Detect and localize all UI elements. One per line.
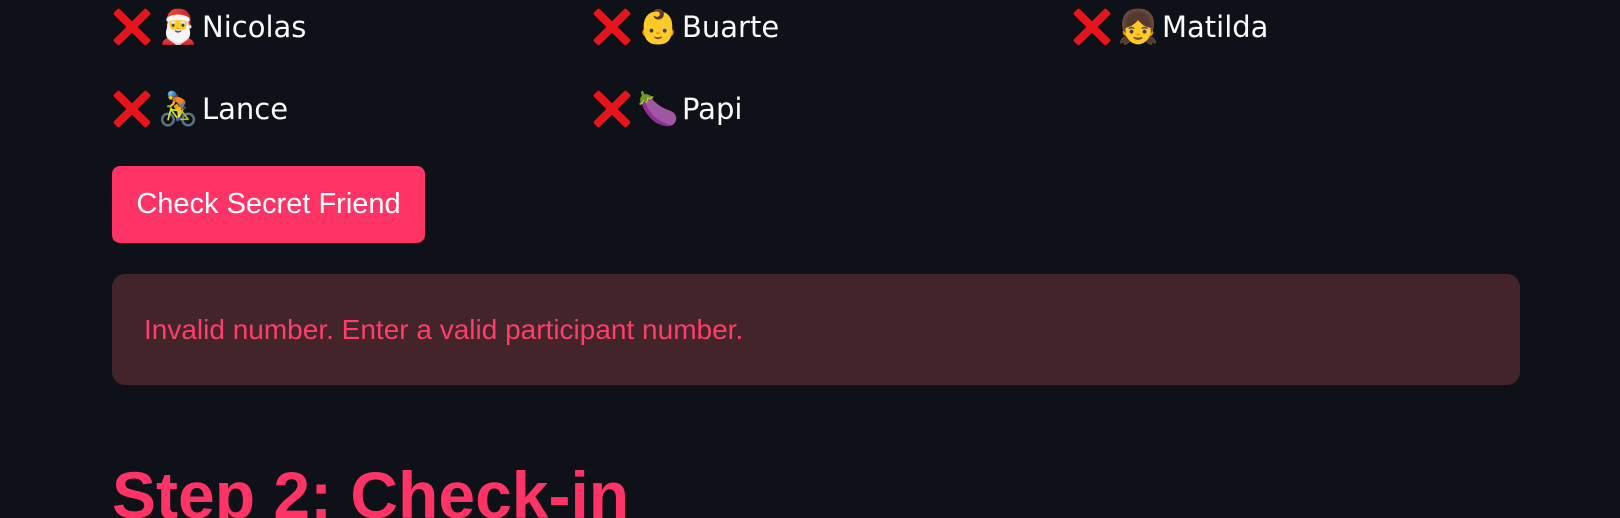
error-alert: Invalid number. Enter a valid participan… — [112, 274, 1520, 385]
red-x-icon — [112, 7, 152, 47]
participant-name: Buarte — [682, 10, 780, 44]
red-x-icon — [592, 89, 632, 129]
error-message: Invalid number. Enter a valid participan… — [144, 314, 744, 345]
baby-emoji-icon: 👶 — [637, 7, 679, 46]
red-x-icon — [592, 7, 632, 47]
participant-lance: 🚴 Lance — [112, 87, 288, 131]
participant-name: Papi — [682, 92, 743, 126]
cyclist-emoji-icon: 🚴 — [157, 89, 199, 128]
eggplant-emoji-icon: 🍆 — [637, 89, 679, 128]
participant-papi: 🍆 Papi — [592, 87, 742, 131]
santa-emoji-icon: 🎅 — [157, 7, 199, 46]
check-secret-friend-button[interactable]: Check Secret Friend — [112, 166, 425, 243]
participant-nicolas: 🎅 Nicolas — [112, 5, 306, 49]
participant-name: Lance — [202, 92, 289, 126]
red-x-icon — [112, 89, 152, 129]
participant-name: Matilda — [1162, 10, 1269, 44]
girl-emoji-icon: 👧 — [1117, 7, 1159, 46]
participant-buarte: 👶 Buarte — [592, 5, 779, 49]
red-x-icon — [1072, 7, 1112, 47]
participant-matilda: 👧 Matilda — [1072, 5, 1268, 49]
step-2-heading: Step 2: Check-in — [112, 458, 630, 518]
participant-name: Nicolas — [202, 10, 307, 44]
